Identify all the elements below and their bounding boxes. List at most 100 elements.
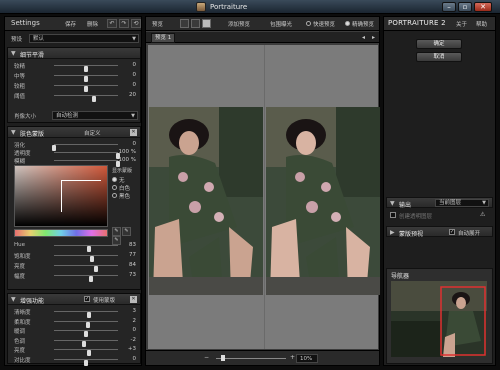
reset-icon[interactable]: ⟲ bbox=[131, 19, 141, 28]
tab-preview-1[interactable]: 预览 1 bbox=[151, 33, 175, 43]
preview-label: 预览 bbox=[152, 22, 164, 28]
zoom-out-icon[interactable]: − bbox=[204, 354, 209, 361]
output-dropdown[interactable]: 当前图层 ▼ bbox=[435, 199, 489, 207]
preview-toolbar: 预览 添加预览 包围曝光 快速预览 精确预览 bbox=[146, 17, 379, 31]
slider-value: 0 bbox=[132, 72, 137, 78]
zoom-value: 10% bbox=[300, 356, 313, 362]
slider-track[interactable] bbox=[54, 85, 118, 92]
skin-mask-header[interactable]: ▼ 肤色蒙版 自定义 ✕ bbox=[8, 127, 140, 138]
preview-panel: 预览 添加预览 包围曝光 快速预览 精确预览 预览 1 ◂ ▸ − + 10% bbox=[145, 16, 380, 366]
slider-track[interactable] bbox=[54, 245, 118, 252]
slider-track[interactable] bbox=[54, 358, 118, 366]
slider-track[interactable] bbox=[54, 275, 118, 282]
about-link[interactable]: 关于 bbox=[456, 20, 467, 28]
slider-track[interactable] bbox=[54, 339, 118, 347]
slider-value: 0 bbox=[132, 355, 137, 362]
slider-value: 2 bbox=[132, 317, 137, 324]
mask-mode-value[interactable]: 自定义 bbox=[84, 129, 101, 137]
highlight-button[interactable]: 包围曝光 bbox=[270, 20, 292, 28]
split-divider[interactable] bbox=[264, 45, 265, 349]
preset-dropdown[interactable]: 默认 ▼ bbox=[29, 34, 139, 43]
settings-toolbar: Settings 保存 删除 ↶ ↷ ⟲ bbox=[5, 17, 141, 31]
preview-canvas[interactable] bbox=[148, 45, 380, 349]
detail-smoothing-header[interactable]: ▼ 细节平滑 bbox=[8, 48, 140, 59]
close-button[interactable]: ✕ bbox=[474, 2, 492, 12]
mask-close-icon[interactable]: ✕ bbox=[130, 129, 137, 136]
expand-icon: ▶ bbox=[390, 229, 395, 236]
use-mask-checkbox[interactable]: ✓ bbox=[84, 296, 90, 302]
preview-tabs: 预览 1 ◂ ▸ bbox=[146, 32, 379, 43]
save-button[interactable]: 保存 bbox=[65, 20, 76, 28]
precise-preview-option[interactable]: 精确预览 bbox=[352, 20, 374, 28]
color-picker[interactable] bbox=[14, 165, 108, 227]
slider-track[interactable] bbox=[54, 95, 118, 102]
zoom-slider-knob[interactable] bbox=[221, 355, 225, 361]
use-mask-label: 使用蒙版 bbox=[93, 298, 116, 304]
detail-slider-row: 较粗 0 bbox=[8, 81, 140, 92]
enhance-close-icon[interactable]: ✕ bbox=[130, 296, 137, 303]
slider-track[interactable] bbox=[54, 255, 118, 262]
undo-icon[interactable]: ↶ bbox=[107, 19, 117, 28]
create-layer-checkbox[interactable] bbox=[390, 212, 396, 218]
add-preview-button[interactable]: 添加预览 bbox=[228, 20, 250, 28]
slider-track[interactable] bbox=[54, 152, 120, 159]
side-by-side-icon[interactable] bbox=[202, 19, 211, 28]
slider-knob[interactable] bbox=[89, 276, 94, 282]
slider-track[interactable] bbox=[54, 265, 118, 272]
zoom-slider[interactable] bbox=[216, 358, 286, 359]
single-view-icon[interactable] bbox=[180, 19, 189, 28]
delete-button[interactable]: 删除 bbox=[87, 20, 98, 28]
slider-knob[interactable] bbox=[91, 96, 96, 102]
hsv-slider-row: 饱和度 77 bbox=[8, 251, 140, 262]
slider-track[interactable] bbox=[52, 144, 118, 151]
slider-label: 清晰度 bbox=[14, 310, 31, 316]
mask-option-black[interactable]: 黑色 bbox=[112, 192, 142, 200]
mask-preview-header[interactable]: ▶ 蒙版预视 ✓ 自动展开 bbox=[386, 226, 493, 238]
output-section-header[interactable]: ▼ 输出 当前图层 ▼ bbox=[386, 197, 493, 209]
slider-track[interactable] bbox=[54, 349, 118, 356]
radio-icon[interactable] bbox=[306, 21, 311, 26]
retouched-photo bbox=[266, 107, 380, 295]
zoom-dropdown[interactable]: 10% bbox=[296, 354, 318, 363]
slider-track[interactable] bbox=[54, 330, 118, 337]
enhancements-section: ▼ 增强功能 ✓ 使用蒙版 ✕ 清晰度 3 柔和度 2 暖调 0 色调 -2 亮度 +3 对比度 0 bbox=[7, 293, 141, 366]
eyedropper-icon[interactable]: ✎ bbox=[112, 227, 121, 236]
auto-open-checkbox[interactable]: ✓ bbox=[449, 229, 455, 235]
maximize-button[interactable]: ▫ bbox=[458, 2, 472, 12]
feature-size-dropdown[interactable]: 自动检测 ▼ bbox=[52, 111, 138, 120]
ok-button[interactable]: 确定 bbox=[416, 39, 462, 49]
slider-label: 阈值 bbox=[14, 94, 26, 100]
redo-icon[interactable]: ↷ bbox=[119, 19, 129, 28]
slider-track[interactable] bbox=[54, 160, 120, 167]
mask-option-none[interactable]: 无 bbox=[112, 176, 142, 184]
help-link[interactable]: 帮助 bbox=[476, 20, 487, 28]
slider-track[interactable] bbox=[54, 320, 118, 328]
enhance-slider-row: 对比度 0 bbox=[8, 355, 140, 366]
radio-icon bbox=[112, 185, 117, 190]
preset-value: 默认 bbox=[33, 36, 45, 42]
slider-label: 幅度 bbox=[14, 274, 26, 280]
slider-track[interactable] bbox=[54, 65, 118, 72]
quick-preview-option[interactable]: 快速预览 bbox=[313, 20, 335, 28]
cancel-button[interactable]: 取消 bbox=[416, 52, 462, 62]
slider-track[interactable] bbox=[54, 311, 118, 318]
radio-icon[interactable] bbox=[345, 21, 350, 26]
mask-option-white[interactable]: 白色 bbox=[112, 184, 142, 192]
app-icon bbox=[196, 2, 206, 12]
enhancements-header[interactable]: ▼ 增强功能 ✓ 使用蒙版 ✕ bbox=[8, 294, 140, 305]
navigator-thumbnail[interactable] bbox=[391, 281, 487, 357]
slider-track[interactable] bbox=[54, 75, 118, 82]
zoom-in-icon[interactable]: + bbox=[290, 354, 295, 361]
split-view-icon[interactable] bbox=[191, 19, 200, 28]
slider-knob[interactable] bbox=[84, 359, 88, 366]
enhance-slider-row: 色调 -2 bbox=[8, 336, 140, 347]
feature-size-label: 肖像大小 bbox=[14, 114, 37, 120]
next-icon[interactable]: ▸ bbox=[372, 34, 375, 41]
radio-icon bbox=[112, 193, 117, 198]
hue-strip[interactable] bbox=[14, 229, 108, 237]
slider-label: 柔和度 bbox=[14, 319, 31, 326]
slider-value: 20 bbox=[129, 92, 136, 98]
prev-icon[interactable]: ◂ bbox=[362, 34, 365, 41]
minimize-button[interactable]: – bbox=[442, 2, 456, 12]
eyedropper-plus-icon[interactable]: ✎ bbox=[122, 227, 131, 236]
